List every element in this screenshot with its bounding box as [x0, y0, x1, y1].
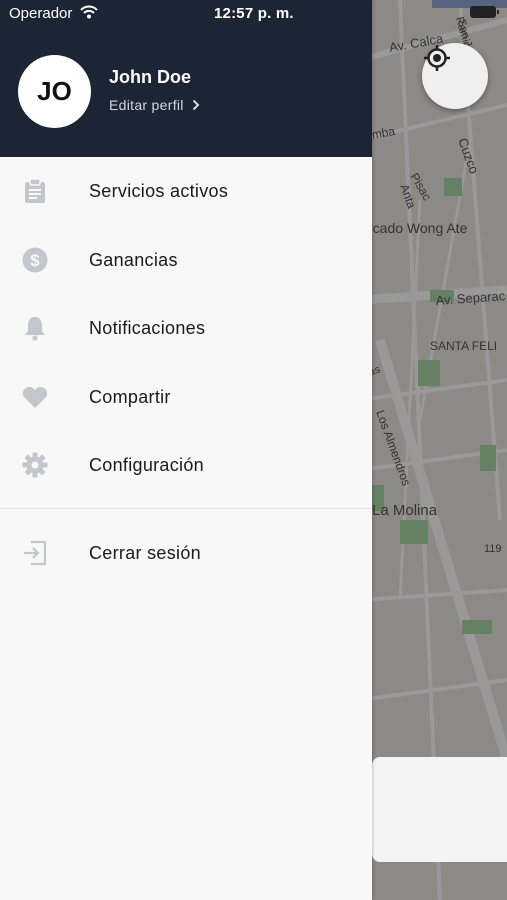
edit-profile-label: Editar perfil — [109, 97, 184, 113]
menu-item-label: Configuración — [89, 454, 204, 475]
avatar-initials: JO — [37, 76, 72, 106]
menu-item-ganancias[interactable]: $ Ganancias — [0, 230, 372, 290]
side-drawer: JO John Doe Editar perfil Servicios acti… — [0, 0, 372, 900]
dollar-coin-icon: $ — [22, 247, 48, 273]
status-bar: Operador 12:57 p. m. — [0, 0, 507, 28]
menu-divider — [0, 508, 372, 509]
menu-item-notificaciones[interactable]: Notificaciones — [0, 298, 372, 358]
chevron-right-icon — [192, 99, 200, 111]
menu-item-label: Compartir — [89, 386, 171, 407]
menu-item-label: Servicios activos — [89, 180, 229, 201]
heart-icon — [22, 384, 48, 410]
menu-item-servicios-activos[interactable]: Servicios activos — [0, 161, 372, 221]
clipboard-icon — [22, 178, 48, 204]
menu-item-cerrar-sesion[interactable]: Cerrar sesión — [0, 523, 372, 583]
battery-icon — [470, 6, 499, 18]
crosshair-icon — [424, 45, 450, 71]
clock: 12:57 p. m. — [214, 5, 294, 22]
carrier-label: Operador — [9, 5, 73, 22]
gear-icon — [22, 452, 48, 478]
wifi-icon — [80, 5, 98, 19]
svg-text:$: $ — [30, 251, 40, 270]
menu-item-compartir[interactable]: Compartir — [0, 367, 372, 427]
menu-item-label: Ganancias — [89, 249, 178, 270]
menu-item-configuracion[interactable]: Configuración — [0, 435, 372, 495]
logout-label: Cerrar sesión — [89, 542, 201, 563]
bottom-card — [372, 757, 507, 862]
bell-icon — [22, 315, 48, 341]
my-location-button[interactable] — [422, 43, 488, 109]
avatar[interactable]: JO — [18, 55, 91, 128]
edit-profile-link[interactable]: Editar perfil — [109, 97, 200, 113]
logout-icon — [22, 540, 48, 566]
menu-item-label: Notificaciones — [89, 317, 206, 338]
user-name: John Doe — [109, 67, 192, 87]
